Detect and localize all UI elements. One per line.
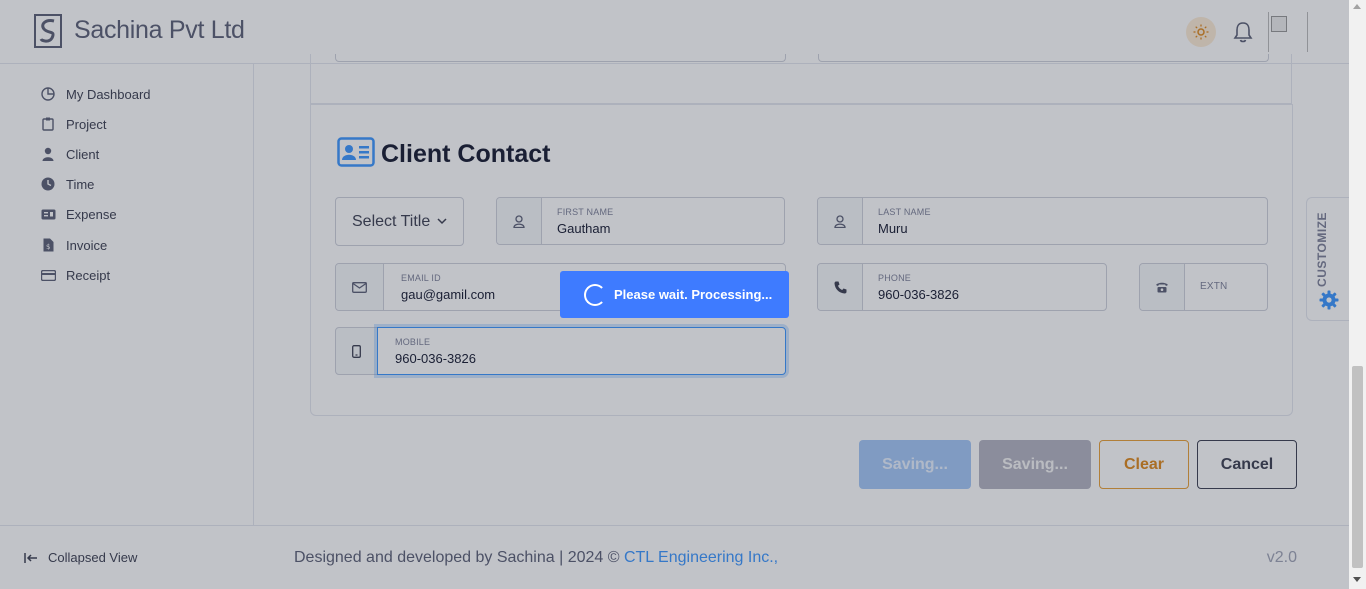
scroll-up-arrow-icon[interactable] — [1353, 4, 1361, 9]
processing-indicator: Please wait. Processing... — [560, 271, 789, 318]
scroll-down-arrow-icon[interactable] — [1353, 577, 1361, 582]
processing-text: Please wait. Processing... — [614, 287, 773, 302]
scroll-thumb[interactable] — [1352, 366, 1363, 568]
page-scrollbar[interactable] — [1349, 0, 1366, 589]
spinner-icon — [584, 283, 606, 306]
